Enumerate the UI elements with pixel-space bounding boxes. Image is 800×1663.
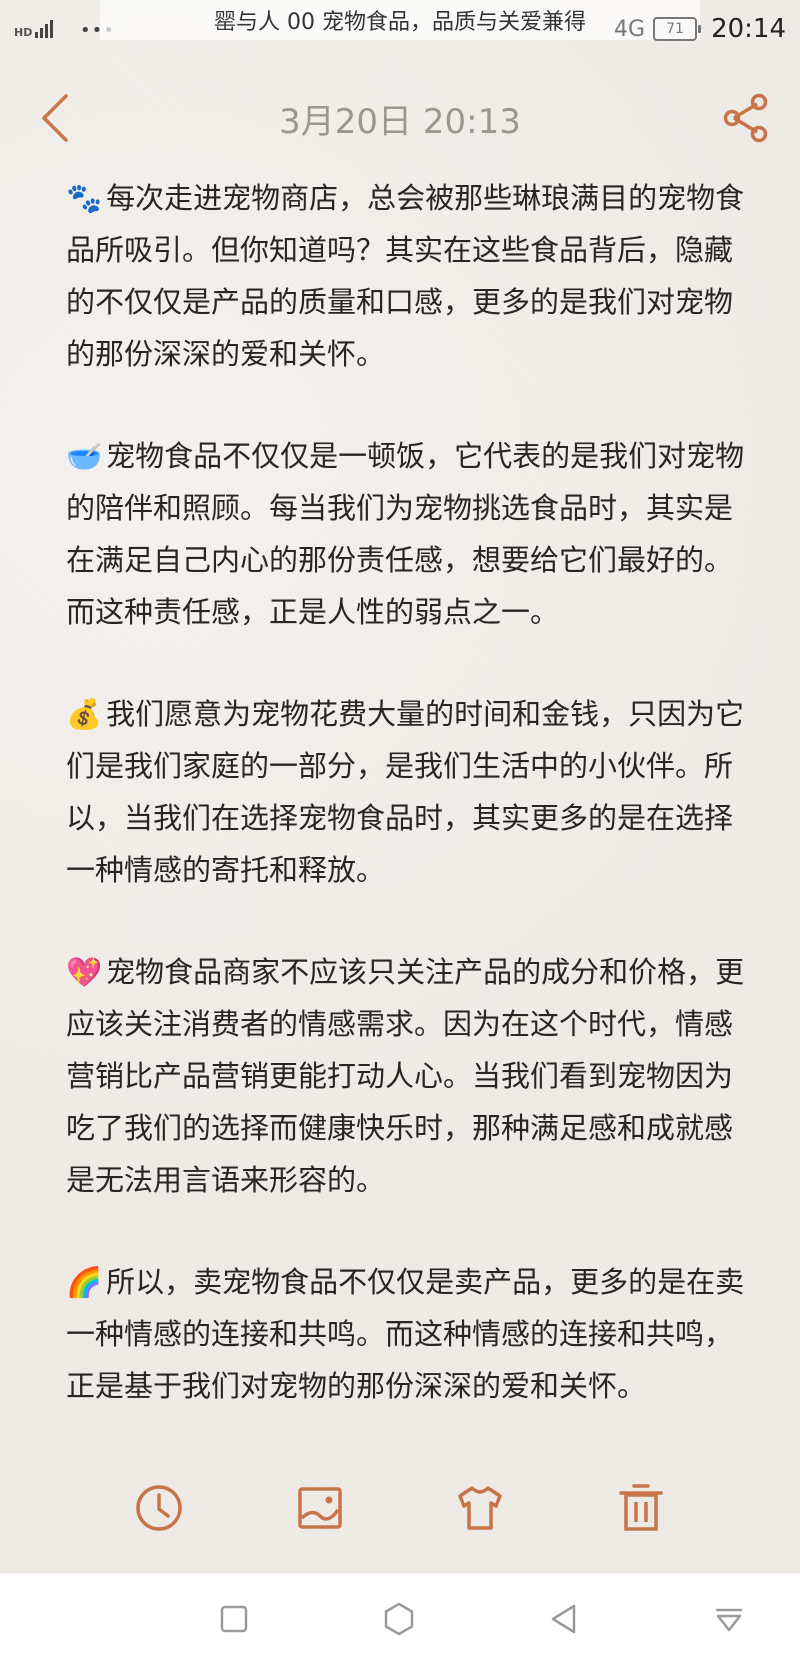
money-bag-emoji: 💰 — [66, 697, 103, 731]
note-paragraph: 🌈 所以，卖宠物食品不仅仅是卖产品，更多的是在卖一种情感的连接和共鸣。而这种情感的… — [66, 1256, 746, 1412]
battery-level: 71 — [666, 21, 684, 37]
note-paragraph: 💖 宠物食品商家不应该只关注产品的成分和价格，更应该关注消费者的情感需求。因为在这… — [66, 946, 746, 1206]
note-paragraph: 💰 我们愿意为宠物花费大量的时间和金钱，只因为它们是我们家庭的一部分，是我们生活中… — [66, 688, 746, 896]
paw-prints-emoji: 🐾 — [66, 181, 103, 215]
notification-banner[interactable]: 罂与人 00 宠物食品，品质与关爱兼得 — [100, 0, 700, 40]
shirt-icon[interactable] — [452, 1480, 508, 1536]
paragraph-text: 宠物食品不仅仅是一顿饭，它代表的是我们对宠物的陪伴和照顾。每当我们为宠物挑选食品… — [66, 439, 745, 629]
image-icon[interactable] — [292, 1480, 348, 1536]
back-triangle-icon[interactable] — [544, 1599, 584, 1639]
network-type: 4G — [614, 16, 646, 42]
signal-indicator: HD — [14, 18, 54, 39]
note-header: 3月20日 20:13 — [0, 80, 800, 160]
status-time: 20:14 — [711, 14, 786, 44]
note-content[interactable]: 🐾 每次走进宠物商店，总会被那些琳琅满目的宠物食品所吸引。但你知道吗？其实在这些食… — [66, 172, 746, 1462]
note-toolbar — [0, 1480, 800, 1560]
hexagon-icon[interactable] — [379, 1599, 419, 1639]
note-paragraph: 🥣 宠物食品不仅仅是一顿饭，它代表的是我们对宠物的陪伴和照顾。每当我们为宠物挑选食… — [66, 430, 746, 638]
paragraph-text: 我们愿意为宠物花费大量的时间和金钱，只因为它们是我们家庭的一部分，是我们生活中的… — [66, 697, 745, 887]
paragraph-text: 宠物食品商家不应该只关注产品的成分和价格，更应该关注消费者的情感需求。因为在这个… — [66, 955, 745, 1197]
note-date-title: 3月20日 20:13 — [279, 102, 521, 142]
signal-bars-icon — [35, 18, 54, 38]
rainbow-emoji: 🌈 — [66, 1265, 103, 1299]
status-bar: HD ••• 罂与人 00 宠物食品，品质与关爱兼得 4G 71 20:14 — [0, 0, 800, 62]
bowl-emoji: 🥣 — [66, 439, 103, 473]
share-icon[interactable] — [720, 92, 770, 144]
system-nav-bar — [0, 1572, 800, 1663]
sparkling-heart-emoji: 💖 — [66, 955, 103, 989]
square-icon[interactable] — [214, 1599, 254, 1639]
trash-icon[interactable] — [613, 1480, 669, 1536]
battery-icon: 71 — [653, 17, 702, 41]
notification-text: 罂与人 00 宠物食品，品质与关爱兼得 — [214, 10, 586, 35]
paragraph-text: 每次走进宠物商店，总会被那些琳琅满目的宠物食品所吸引。但你知道吗？其实在这些食品… — [66, 181, 745, 371]
paragraph-text: 所以，卖宠物食品不仅仅是卖产品，更多的是在卖一种情感的连接和共鸣。而这种情感的连… — [66, 1265, 745, 1403]
hd-label: HD — [14, 26, 33, 39]
note-paragraph: 🐾 每次走进宠物商店，总会被那些琳琅满目的宠物食品所吸引。但你知道吗？其实在这些食… — [66, 172, 746, 380]
clock-icon[interactable] — [131, 1480, 187, 1536]
notification-shade-icon[interactable] — [709, 1599, 749, 1639]
status-right: 4G 71 20:14 — [614, 14, 786, 44]
